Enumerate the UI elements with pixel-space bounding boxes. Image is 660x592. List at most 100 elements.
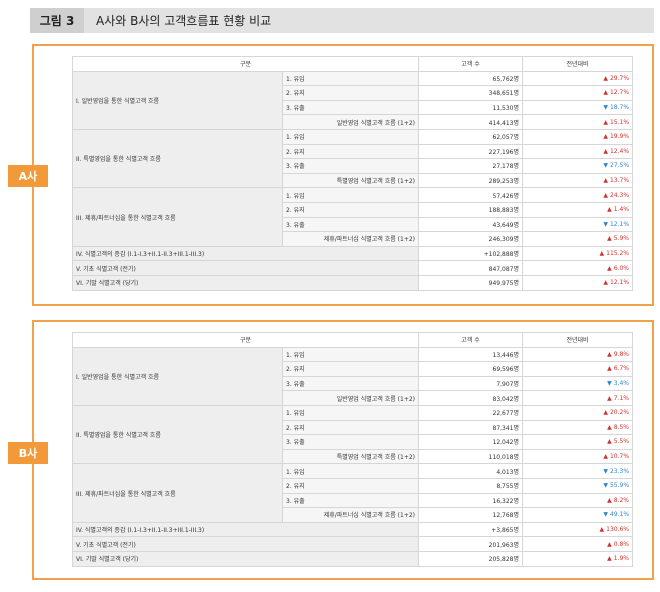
- row-label: 2. 유지: [281, 361, 420, 377]
- yoy-change-value: 8.2%: [613, 496, 630, 504]
- customer-count: 4,013명: [418, 463, 524, 479]
- header-count: 고객 수: [418, 56, 524, 72]
- yoy-change: ▼ 23.3%: [522, 463, 634, 479]
- triangle-up-icon: ▲: [603, 279, 608, 287]
- header-count: 고객 수: [418, 332, 524, 348]
- yoy-change: ▲ 12.7%: [522, 85, 634, 101]
- yoy-change: ▼ 55.9%: [522, 477, 634, 494]
- customer-count: 62,057명: [418, 128, 524, 145]
- yoy-change-value: 115.2%: [606, 250, 630, 258]
- customer-count: 847,087명: [418, 260, 524, 276]
- customer-count: 65,762명: [418, 70, 524, 87]
- yoy-change-value: 55.9%: [609, 482, 630, 490]
- yoy-change: ▼ 3.4%: [522, 375, 634, 392]
- table-row: III. 제휴/파트너십을 통한 식별고객 흐름 1. 유입 4,013명 ▼ 23.3…: [72, 463, 634, 523]
- triangle-up-icon: ▲: [599, 526, 605, 534]
- yoy-change: ▲ 13.7%: [522, 172, 634, 189]
- yoy-change-value: 24.3%: [609, 191, 630, 199]
- yoy-change-value: 5.5%: [613, 438, 630, 446]
- group-label: II. 특별영업을 통한 식별고객 흐름: [72, 128, 283, 189]
- yoy-change-value: 8.5%: [613, 423, 630, 431]
- yoy-change-value: 1.4%: [613, 206, 630, 214]
- yoy-change: ▲ 15.1%: [522, 114, 634, 130]
- total-row: IV. 식별고객의 증감 (I.1-I.3+II.1-II.3+III.1-II…: [71, 245, 634, 262]
- yoy-change-value: 3.4%: [613, 380, 630, 388]
- customer-count: 414,413명: [418, 114, 524, 130]
- yoy-change-value: 9.8%: [613, 350, 630, 358]
- triangle-up-icon: ▲: [603, 409, 608, 417]
- triangle-up-icon: ▲: [603, 191, 608, 199]
- row-label: 2. 유지: [281, 201, 420, 218]
- yoy-change: ▲ 29.7%: [522, 70, 634, 87]
- yoy-change-value: 49.1%: [609, 511, 630, 519]
- group-label: III. 제휴/파트너십을 통한 식별고객 흐름: [72, 463, 283, 523]
- yoy-change: ▼ 12.1%: [522, 216, 634, 233]
- yoy-change-value: 7.1%: [613, 394, 630, 402]
- customer-count: 8,755명: [418, 477, 524, 494]
- yoy-change: ▲ 20.2%: [522, 404, 634, 421]
- customer-count: 57,426명: [418, 187, 524, 203]
- row-label: 1. 유입: [281, 70, 420, 87]
- yoy-change-value: 12.7%: [609, 89, 630, 97]
- yoy-change: ▲ 8.2%: [522, 492, 634, 509]
- total-label: VI. 기말 식별고객 (당기): [71, 274, 420, 291]
- triangle-up-icon: ▲: [599, 250, 605, 258]
- yoy-change-value: 19.9%: [609, 133, 630, 141]
- customer-count: 22,677명: [418, 404, 524, 421]
- customer-count: 348,651명: [418, 85, 524, 101]
- customer-count: 27,178명: [418, 158, 524, 174]
- yoy-change-value: 12.1%: [609, 279, 630, 287]
- yoy-change: ▲ 115.2%: [522, 245, 634, 262]
- customer-count: 289,253명: [418, 172, 524, 189]
- yoy-change-value: 15.1%: [609, 118, 630, 126]
- row-label: 2. 유지: [281, 477, 420, 494]
- yoy-change-value: 0.8%: [613, 540, 630, 548]
- total-label: IV. 식별고객의 증감 (I.1-I.3+II.1-II.3+III.1-II…: [71, 245, 420, 262]
- yoy-change-value: 130.6%: [606, 526, 630, 534]
- yoy-change: ▲ 12.4%: [522, 143, 634, 160]
- row-label: 3. 유출: [281, 158, 420, 174]
- subtotal-label: 제휴/파트너십 식별고객 흐름 (1+2): [281, 231, 420, 247]
- yoy-change: ▼ 27.5%: [522, 158, 634, 174]
- customer-flow-table-b: 구분 고객 수 전년대비 I. 일반영업을 통한 식별고객 흐름 1. 유입 13,446…: [71, 332, 634, 567]
- yoy-change: ▲ 0.8%: [522, 536, 634, 552]
- triangle-up-icon: ▲: [607, 206, 612, 214]
- total-label: V. 기초 식별고객 (전기): [71, 260, 420, 276]
- total-row: V. 기초 식별고객 (전기) 201,963명 ▲ 0.8%: [71, 536, 634, 552]
- header-category: 구분: [71, 56, 420, 72]
- customer-count: 12,768명: [418, 507, 524, 523]
- company-a-tag: A사: [8, 165, 48, 187]
- customer-count: 7,907명: [418, 375, 524, 392]
- triangle-up-icon: ▲: [607, 496, 612, 504]
- table-row: I. 일반영업을 통한 식별고객 흐름 1. 유입 65,762명 ▲ 29.7%: [72, 70, 634, 130]
- customer-flow-table-a: 구분 고객 수 전년대비 I. 일반영업을 통한 식별고객 흐름 1. 유입 65,762…: [71, 56, 634, 291]
- triangle-up-icon: ▲: [607, 350, 612, 358]
- header-yoy: 전년대비: [522, 332, 634, 348]
- triangle-up-icon: ▲: [607, 365, 612, 373]
- yoy-change-value: 18.7%: [609, 104, 630, 112]
- triangle-up-icon: ▲: [603, 74, 608, 82]
- row-label: 3. 유출: [281, 216, 420, 233]
- triangle-up-icon: ▲: [603, 147, 608, 155]
- triangle-up-icon: ▲: [607, 423, 612, 431]
- row-label: 3. 유출: [281, 492, 420, 509]
- total-label: IV. 식별고객의 증감 (I.1-I.3+II.1-II.3+III.1-II…: [71, 521, 420, 538]
- yoy-change: ▲ 12.1%: [522, 274, 634, 291]
- triangle-up-icon: ▲: [607, 235, 612, 243]
- customer-count: 11,530명: [418, 99, 524, 116]
- triangle-up-icon: ▲: [607, 540, 612, 548]
- yoy-change: ▲ 7.1%: [522, 390, 634, 406]
- customer-count: 13,446명: [418, 346, 524, 363]
- row-label: 3. 유출: [281, 434, 420, 450]
- table-row: III. 제휴/파트너십을 통한 식별고객 흐름 1. 유입 57,426명 ▲ 24.…: [72, 187, 634, 247]
- total-label: V. 기초 식별고객 (전기): [71, 536, 420, 552]
- group-label: II. 특별영업을 통한 식별고객 흐름: [72, 404, 283, 465]
- row-label: 2. 유지: [281, 419, 420, 436]
- yoy-change-value: 13.7%: [609, 177, 630, 185]
- customer-count: 246,309명: [418, 231, 524, 247]
- yoy-change-value: 29.7%: [609, 74, 630, 82]
- yoy-change: ▲ 6.7%: [522, 361, 634, 377]
- row-label: 1. 유입: [281, 463, 420, 479]
- total-row: VI. 기말 식별고객 (당기) 205,828명 ▲ 1.9%: [71, 550, 634, 567]
- yoy-change: ▼ 18.7%: [522, 99, 634, 116]
